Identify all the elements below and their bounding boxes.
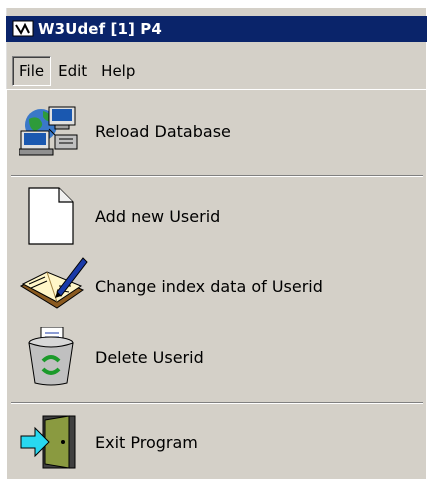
menu-item-exit-program[interactable]: Exit Program bbox=[7, 412, 427, 472]
recycle-bin-icon bbox=[28, 327, 74, 386]
menu-item-add-new-userid[interactable]: Add new Userid bbox=[7, 186, 427, 246]
window-title: W3Udef [1] P4 bbox=[38, 20, 162, 38]
menu-help[interactable]: Help bbox=[94, 57, 142, 85]
menu-item-reload-database[interactable]: Reload Database bbox=[7, 104, 427, 158]
menu-separator bbox=[11, 175, 423, 177]
menu-bar: File Edit Help bbox=[6, 53, 427, 89]
menu-separator bbox=[11, 402, 423, 404]
app-icon bbox=[12, 20, 34, 37]
menu-file[interactable]: File bbox=[12, 56, 52, 86]
book-pen-icon bbox=[19, 257, 88, 309]
menu-edit[interactable]: Edit bbox=[51, 57, 94, 85]
menu-item-delete-userid[interactable]: Delete Userid bbox=[7, 326, 427, 388]
menu-item-label: Exit Program bbox=[95, 432, 198, 452]
file-menu-dropdown: Reload Database Add new Userid Change in… bbox=[6, 89, 427, 480]
menu-item-label: Reload Database bbox=[95, 121, 231, 141]
exit-door-icon bbox=[20, 415, 76, 469]
menu-item-label: Add new Userid bbox=[95, 206, 221, 226]
menu-item-label: Delete Userid bbox=[95, 347, 204, 367]
network-computers-icon bbox=[19, 106, 78, 156]
blank-document-icon bbox=[28, 187, 74, 245]
menu-item-change-index-data[interactable]: Change index data of Userid bbox=[7, 255, 427, 317]
title-bar[interactable]: W3Udef [1] P4 bbox=[6, 16, 427, 42]
menu-item-label: Change index data of Userid bbox=[95, 276, 323, 296]
